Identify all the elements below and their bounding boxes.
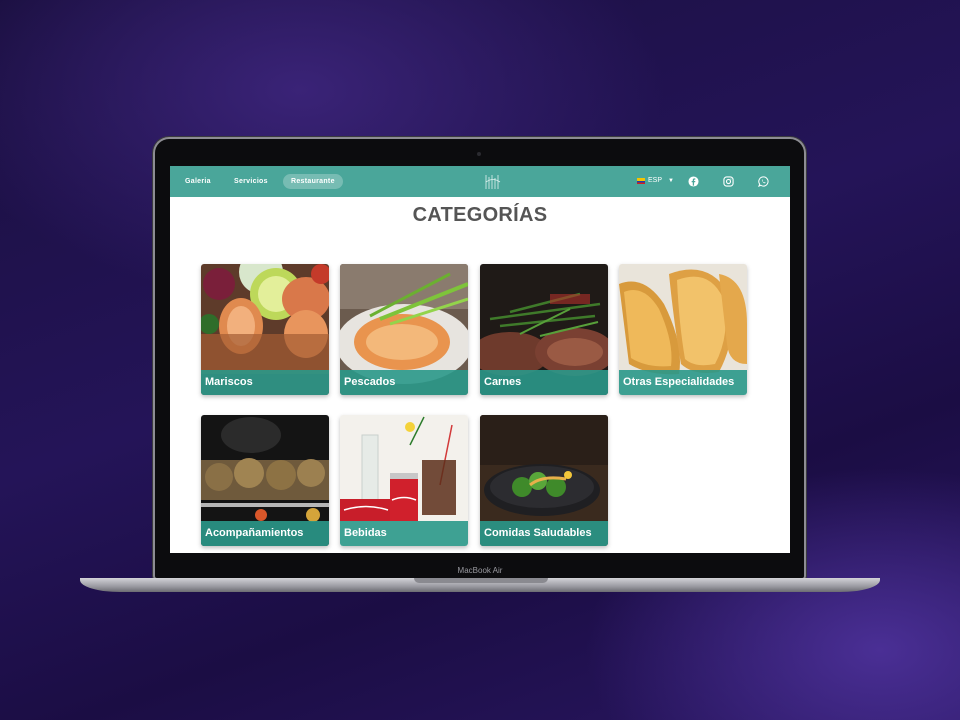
- category-label: Comidas Saludables: [480, 521, 608, 546]
- category-label: Pescados: [340, 370, 468, 395]
- language-label: ESP: [648, 177, 663, 184]
- facebook-icon[interactable]: [688, 176, 699, 187]
- camera: [477, 152, 481, 156]
- category-label: Carnes: [480, 370, 608, 395]
- category-card-carnes[interactable]: Carnes: [480, 264, 608, 395]
- colombia-flag-icon: [637, 177, 645, 184]
- navbar: Galeria Servicios Restaurante ESP ▼: [170, 166, 790, 197]
- category-card-otras-especialidades[interactable]: Otras Especialidades: [619, 264, 747, 395]
- page-title: CATEGORÍAS: [412, 204, 548, 226]
- logo-icon[interactable]: [484, 173, 502, 191]
- browser-screen: Galeria Servicios Restaurante ESP ▼ CATE…: [170, 166, 790, 553]
- device-label: MacBook Air: [457, 566, 503, 575]
- category-label: Acompañamientos: [201, 521, 329, 546]
- category-label: Otras Especialidades: [619, 370, 747, 395]
- category-card-acompanamientos[interactable]: Acompañamientos: [201, 415, 329, 546]
- instagram-icon[interactable]: [723, 176, 734, 187]
- category-label: Mariscos: [201, 370, 329, 395]
- nav-link-restaurante[interactable]: Restaurante: [283, 174, 343, 189]
- laptop-notch: [414, 578, 548, 583]
- nav-link-servicios[interactable]: Servicios: [234, 175, 268, 189]
- nav-link-galeria[interactable]: Galeria: [185, 175, 211, 189]
- language-selector[interactable]: ESP ▼: [637, 177, 674, 184]
- category-card-bebidas[interactable]: Bebidas: [340, 415, 468, 546]
- category-label: Bebidas: [340, 521, 468, 546]
- category-card-mariscos[interactable]: Mariscos: [201, 264, 329, 395]
- category-card-pescados[interactable]: Pescados: [340, 264, 468, 395]
- whatsapp-icon[interactable]: [758, 176, 769, 187]
- category-card-comidas-saludables[interactable]: Comidas Saludables: [480, 415, 608, 546]
- chevron-down-icon: ▼: [668, 177, 674, 184]
